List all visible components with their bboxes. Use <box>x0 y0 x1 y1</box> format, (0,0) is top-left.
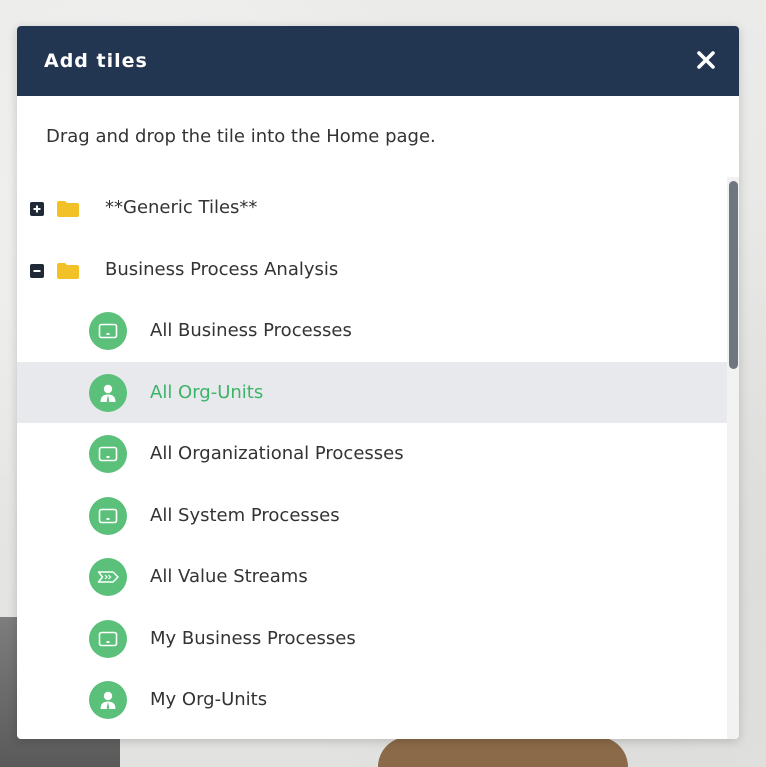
user-icon <box>89 681 127 719</box>
tile-tree: **Generic Tiles** Business Process Analy… <box>17 177 727 731</box>
dialog-title: Add tiles <box>44 50 148 72</box>
tile-all-business-processes[interactable]: All Business Processes <box>17 300 727 362</box>
tile-label: My Org-Units <box>150 689 268 710</box>
monitor-icon <box>89 312 127 350</box>
monitor-icon <box>89 435 127 473</box>
minus-square-icon[interactable] <box>30 263 44 278</box>
tree-folder-generic-tiles[interactable]: **Generic Tiles** <box>17 177 727 239</box>
tile-my-business-processes[interactable]: My Business Processes <box>17 608 727 670</box>
tile-all-value-streams[interactable]: All Value Streams <box>17 546 727 608</box>
folder-icon <box>57 201 79 217</box>
tile-label: All Business Processes <box>150 320 352 341</box>
scrollbar-track[interactable] <box>727 177 739 739</box>
tile-label: All Org-Units <box>150 381 264 403</box>
dialog-header: Add tiles <box>17 26 739 96</box>
monitor-icon <box>89 496 127 535</box>
folder-label: **Generic Tiles** <box>105 197 258 218</box>
plus-square-icon[interactable] <box>30 201 44 216</box>
tree-folder-business-process-analysis[interactable]: Business Process Analysis <box>17 239 727 301</box>
close-icon[interactable] <box>695 49 717 71</box>
tile-my-org-units[interactable]: My Org-Units <box>17 669 727 731</box>
instruction-text: Drag and drop the tile into the Home pag… <box>46 126 436 147</box>
tile-label: All Value Streams <box>150 566 308 587</box>
folder-icon <box>57 262 79 279</box>
monitor-icon <box>89 619 127 658</box>
tile-all-org-units[interactable]: All Org-Units <box>17 361 727 423</box>
value-stream-icon <box>89 558 127 596</box>
scrollbar-thumb[interactable] <box>729 181 738 369</box>
add-tiles-dialog: Add tiles Drag and drop the tile into th… <box>17 26 739 739</box>
tile-all-organizational-processes[interactable]: All Organizational Processes <box>17 423 727 485</box>
background-object <box>378 737 628 767</box>
tile-label: My Business Processes <box>150 627 356 649</box>
tile-label: All Organizational Processes <box>150 443 404 464</box>
tile-label: All System Processes <box>150 504 340 526</box>
folder-label: Business Process Analysis <box>105 258 339 280</box>
tile-all-system-processes[interactable]: All System Processes <box>17 485 727 547</box>
user-icon <box>89 373 127 412</box>
